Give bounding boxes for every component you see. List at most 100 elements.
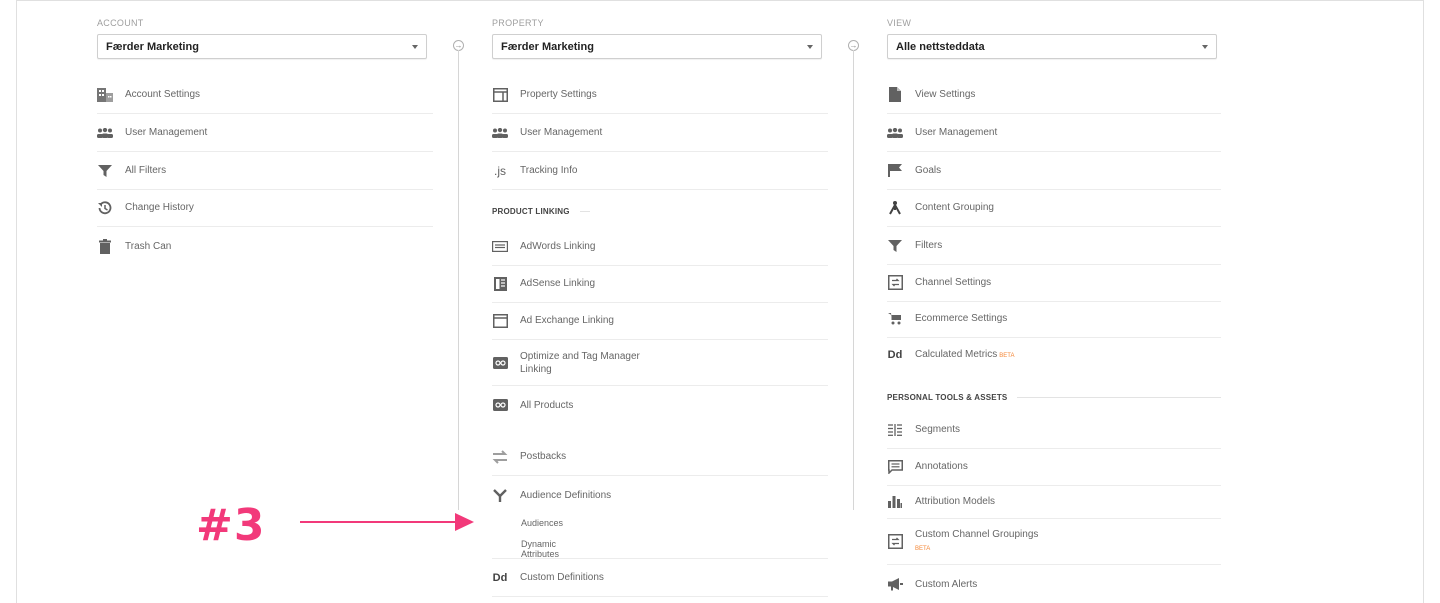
ecommerce-settings-label: Ecommerce Settings bbox=[915, 313, 1008, 324]
megaphone-icon bbox=[887, 576, 903, 592]
segments-icon bbox=[887, 422, 903, 438]
all-products-item[interactable]: All Products bbox=[492, 386, 828, 424]
content-grouping-item[interactable]: Content Grouping bbox=[887, 189, 1221, 227]
column-divider bbox=[458, 50, 459, 510]
ad-exchange-linking-item[interactable]: Ad Exchange Linking bbox=[492, 302, 828, 340]
view-column-label: VIEW bbox=[887, 18, 912, 28]
beta-badge: BETA bbox=[915, 545, 931, 552]
property-settings-item[interactable]: Property Settings bbox=[492, 76, 828, 114]
view-settings-item[interactable]: View Settings bbox=[887, 76, 1221, 114]
trash-can-item[interactable]: Trash Can bbox=[97, 227, 433, 265]
link-icon bbox=[492, 397, 508, 413]
optimize-tag-manager-linking-label: Optimize and Tag Manager Linking bbox=[520, 350, 640, 376]
custom-alerts-label: Custom Alerts bbox=[915, 578, 978, 590]
optimize-line-2: Linking bbox=[520, 363, 552, 375]
building-icon bbox=[97, 87, 113, 103]
adexchange-icon bbox=[492, 313, 508, 329]
filters-item[interactable]: Filters bbox=[887, 227, 1221, 265]
audience-definitions-label: Audience Definitions bbox=[520, 489, 612, 501]
link-icon bbox=[492, 355, 508, 371]
account-column-label: ACCOUNT bbox=[97, 18, 144, 28]
section-divider bbox=[579, 211, 590, 212]
optimize-line-1: Optimize and Tag Manager bbox=[520, 350, 640, 362]
tracking-info-label: Tracking Info bbox=[520, 165, 578, 176]
custom-definitions-item[interactable]: Dd Custom Definitions bbox=[492, 559, 828, 597]
property-user-management-item[interactable]: User Management bbox=[492, 114, 828, 152]
all-filters-item[interactable]: All Filters bbox=[97, 152, 433, 190]
users-icon bbox=[492, 125, 508, 141]
product-linking-section: PRODUCT LINKING bbox=[492, 207, 828, 216]
adwords-linking-item[interactable]: AdWords Linking bbox=[492, 228, 828, 266]
history-icon bbox=[97, 200, 113, 216]
attribution-models-label: Attribution Models bbox=[915, 496, 996, 507]
cart-icon bbox=[887, 311, 903, 327]
goals-label: Goals bbox=[915, 165, 942, 176]
filter-icon bbox=[887, 238, 903, 254]
segments-item[interactable]: Segments bbox=[887, 411, 1221, 449]
annotations-label: Annotations bbox=[915, 461, 968, 472]
calculated-metrics-item[interactable]: Dd Calculated Metrics BETA bbox=[887, 336, 1221, 374]
view-user-management-item[interactable]: User Management bbox=[887, 114, 1221, 152]
postbacks-label: Postbacks bbox=[520, 451, 567, 462]
tracking-info-item[interactable]: .js Tracking Info bbox=[492, 152, 828, 190]
audience-icon bbox=[492, 487, 508, 503]
section-divider bbox=[1017, 397, 1221, 398]
custom-channel-groupings-text: Custom Channel Groupings bbox=[915, 528, 1039, 540]
product-linking-heading: PRODUCT LINKING bbox=[492, 207, 570, 216]
personal-tools-heading: PERSONAL TOOLS & ASSETS bbox=[887, 393, 1008, 402]
adsense-icon bbox=[492, 276, 508, 292]
annotation-arrow-icon bbox=[300, 513, 474, 531]
attribution-models-item[interactable]: Attribution Models bbox=[887, 485, 1221, 519]
property-user-management-label: User Management bbox=[520, 127, 603, 138]
content-grouping-label: Content Grouping bbox=[915, 202, 994, 213]
chevron-down-icon bbox=[412, 45, 418, 49]
postbacks-icon bbox=[492, 449, 508, 465]
goals-item[interactable]: Goals bbox=[887, 152, 1221, 190]
js-icon: .js bbox=[494, 163, 506, 178]
audience-definitions-item[interactable]: Audience Definitions bbox=[492, 476, 828, 514]
flag-icon bbox=[887, 163, 903, 179]
dynamic-attributes-link[interactable]: Dynamic Attributes bbox=[521, 539, 559, 559]
filters-label: Filters bbox=[915, 240, 943, 251]
all-filters-label: All Filters bbox=[125, 165, 167, 176]
audiences-link[interactable]: Audiences bbox=[521, 518, 563, 528]
column-divider bbox=[853, 50, 854, 510]
change-history-item[interactable]: Change History bbox=[97, 189, 433, 227]
document-icon bbox=[887, 87, 903, 103]
custom-definitions-label: Custom Definitions bbox=[520, 572, 604, 583]
property-icon bbox=[492, 87, 508, 103]
account-settings-item[interactable]: Account Settings bbox=[97, 76, 433, 114]
users-icon bbox=[97, 125, 113, 141]
personal-tools-section: PERSONAL TOOLS & ASSETS bbox=[887, 393, 1221, 402]
property-selector[interactable]: Færder Marketing bbox=[492, 34, 822, 59]
custom-channel-groupings-item[interactable]: Custom Channel Groupings BETA bbox=[887, 519, 1221, 565]
optimize-tag-manager-linking-item[interactable]: Optimize and Tag Manager Linking bbox=[492, 340, 828, 386]
filter-icon bbox=[97, 163, 113, 179]
annotations-icon bbox=[887, 459, 903, 475]
view-selector-value: Alle nettsteddata bbox=[896, 41, 985, 53]
postbacks-item[interactable]: Postbacks bbox=[492, 438, 828, 476]
view-selector[interactable]: Alle nettsteddata bbox=[887, 34, 1217, 59]
adsense-linking-item[interactable]: AdSense Linking bbox=[492, 265, 828, 303]
property-column-label: PROPERTY bbox=[492, 18, 544, 28]
all-products-label: All Products bbox=[520, 399, 574, 411]
bar-chart-icon bbox=[887, 494, 903, 510]
ecommerce-settings-item[interactable]: Ecommerce Settings bbox=[887, 300, 1221, 338]
annotations-item[interactable]: Annotations bbox=[887, 448, 1221, 486]
account-selector[interactable]: Færder Marketing bbox=[97, 34, 427, 59]
account-user-management-label: User Management bbox=[125, 127, 208, 138]
account-user-management-item[interactable]: User Management bbox=[97, 114, 433, 152]
channel-icon bbox=[887, 275, 903, 291]
adsense-linking-label: AdSense Linking bbox=[520, 278, 596, 289]
channel-settings-label: Channel Settings bbox=[915, 277, 992, 288]
property-selector-value: Færder Marketing bbox=[501, 41, 594, 53]
users-icon bbox=[887, 125, 903, 141]
channel-settings-item[interactable]: Channel Settings bbox=[887, 264, 1221, 302]
adwords-icon bbox=[492, 239, 508, 255]
calculated-metrics-text: Calculated Metrics bbox=[915, 348, 998, 360]
custom-channel-groupings-label: Custom Channel Groupings BETA bbox=[915, 528, 1038, 556]
ad-exchange-linking-label: Ad Exchange Linking bbox=[520, 315, 614, 326]
segments-label: Segments bbox=[915, 424, 961, 435]
step-annotation-label: #3 bbox=[196, 500, 266, 551]
custom-alerts-item[interactable]: Custom Alerts bbox=[887, 565, 1221, 603]
